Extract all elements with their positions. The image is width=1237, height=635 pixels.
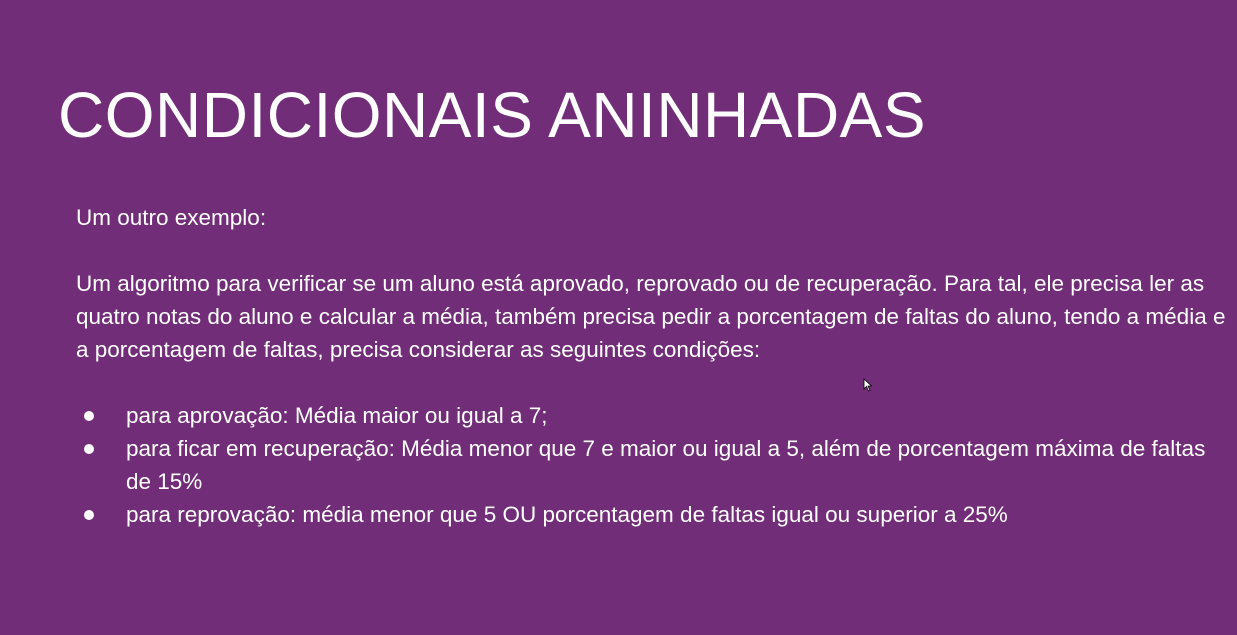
list-item: para ficar em recuperação: Média menor q…: [76, 432, 1226, 498]
slide-title: CONDICIONAIS ANINHADAS: [58, 79, 927, 151]
conditions-list: para aprovação: Média maior ou igual a 7…: [76, 399, 1226, 531]
presentation-slide: CONDICIONAIS ANINHADAS Um outro exemplo:…: [0, 0, 1237, 635]
condition-recovery: para ficar em recuperação: Média menor q…: [126, 436, 1206, 494]
slide-body: Um outro exemplo: Um algoritmo para veri…: [76, 201, 1226, 531]
list-item: para aprovação: Média maior ou igual a 7…: [76, 399, 1226, 432]
bullet-icon: [84, 411, 94, 421]
bullet-icon: [84, 444, 94, 454]
bullet-icon: [84, 510, 94, 520]
intro-text: Um outro exemplo:: [76, 205, 267, 230]
mouse-pointer-icon: [863, 378, 873, 392]
condition-approval: para aprovação: Média maior ou igual a 7…: [126, 403, 548, 428]
description-paragraph: Um algoritmo para verificar se um aluno …: [76, 271, 1226, 362]
list-item: para reprovação: média menor que 5 OU po…: [76, 498, 1226, 531]
condition-failure: para reprovação: média menor que 5 OU po…: [126, 502, 1008, 527]
